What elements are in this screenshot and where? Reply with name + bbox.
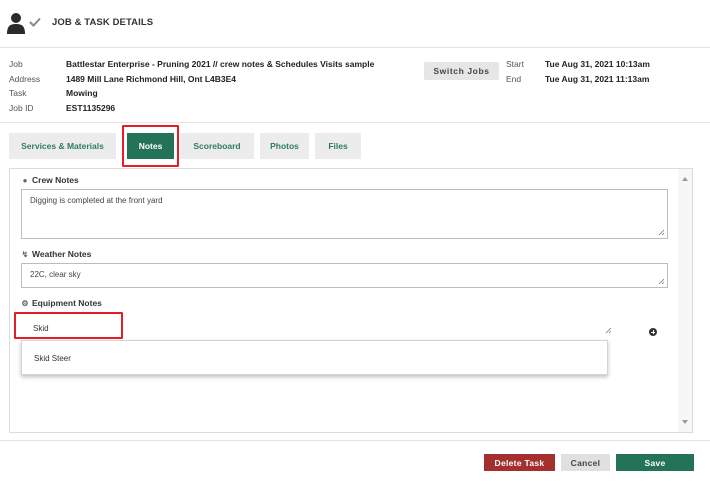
crew-notes-field[interactable]: Digging is completed at the front yard (21, 189, 668, 239)
checkmark-icon (29, 17, 41, 27)
end-value: Tue Aug 31, 2021 11:13am (545, 74, 650, 84)
autocomplete-dropdown: Skid Steer (21, 340, 608, 375)
scroll-down-icon[interactable] (682, 420, 688, 424)
equipment-notes-label: Equipment Notes (32, 298, 102, 308)
save-button[interactable]: Save (616, 454, 694, 471)
tab-files[interactable]: Files (315, 133, 361, 159)
switch-jobs-button[interactable]: Switch Jobs (424, 62, 499, 80)
weather-notes-title: ↯ Weather Notes (20, 249, 92, 259)
divider (0, 440, 710, 441)
resize-grip-icon[interactable] (658, 278, 665, 285)
weather-notes-field[interactable]: 22C, clear sky (21, 263, 668, 288)
start-label: Start (506, 59, 524, 69)
resize-grip-icon[interactable] (658, 229, 665, 236)
tab-services-materials[interactable]: Services & Materials (9, 133, 116, 159)
lightning-icon: ↯ (21, 250, 29, 259)
address-value: 1489 Mill Lane Richmond Hill, Ont L4B3E4 (66, 74, 237, 84)
notes-tab-highlight (122, 125, 179, 167)
crew-notes-text: Digging is completed at the front yard (30, 196, 163, 205)
end-label: End (506, 74, 522, 84)
header-bar: JOB & TASK DETAILS (0, 0, 710, 48)
crew-notes-title: ● Crew Notes (20, 175, 79, 185)
autocomplete-option[interactable]: Skid Steer (34, 354, 71, 363)
jobid-value: EST1135296 (66, 103, 116, 113)
tab-photos[interactable]: Photos (260, 133, 309, 159)
notes-panel: ● Crew Notes Digging is completed at the … (9, 168, 693, 433)
user-icon (7, 13, 25, 34)
equipment-input-highlight (14, 312, 123, 339)
weather-notes-text: 22C, clear sky (30, 270, 81, 279)
address-label: Address (9, 74, 41, 84)
task-label: Task (9, 88, 27, 98)
page-title: JOB & TASK DETAILS (52, 17, 154, 28)
jobid-label: Job ID (9, 103, 34, 113)
tractor-icon: ⚙ (21, 299, 29, 308)
job-label: Job (9, 59, 23, 69)
job-value: Battlestar Enterprise - Pruning 2021 // … (66, 59, 375, 69)
weather-notes-label: Weather Notes (32, 249, 92, 259)
add-equipment-icon[interactable] (649, 328, 657, 336)
crew-notes-label: Crew Notes (32, 175, 79, 185)
scrollbar[interactable] (678, 169, 692, 432)
task-value: Mowing (66, 88, 98, 98)
equipment-notes-title: ⚙ Equipment Notes (20, 298, 102, 308)
resize-grip-icon[interactable] (605, 327, 612, 334)
tab-scoreboard[interactable]: Scoreboard (180, 133, 254, 159)
scroll-up-icon[interactable] (682, 177, 688, 181)
chat-bubble-icon: ● (22, 176, 28, 185)
cancel-button[interactable]: Cancel (561, 454, 610, 471)
start-value: Tue Aug 31, 2021 10:13am (545, 59, 650, 69)
divider (0, 122, 710, 123)
delete-task-button[interactable]: Delete Task (484, 454, 555, 471)
